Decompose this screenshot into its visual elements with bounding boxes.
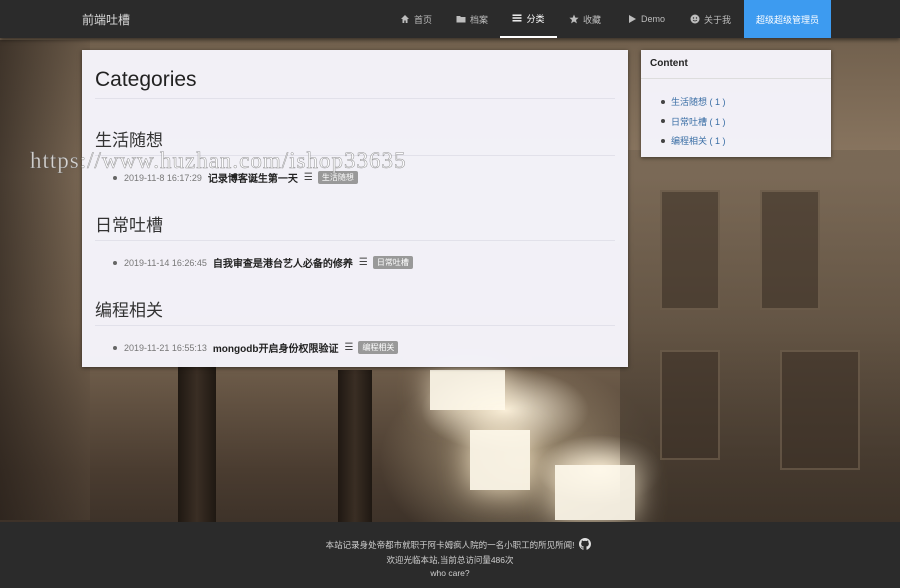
list-icon: [512, 13, 522, 23]
top-navbar: 前端吐槽 首页 档案 分类 收藏 Demo 关于我 超级超级管理员: [0, 0, 900, 38]
categories-card: Categories 生活随想 2019-11-8 16:17:29 记录博客诞…: [82, 50, 628, 367]
bullet: [113, 260, 117, 265]
play-icon: [627, 14, 637, 24]
post-date: 2019-11-8 16:17:29: [124, 172, 202, 183]
nav-home[interactable]: 首页: [400, 0, 432, 38]
star-icon: [569, 14, 579, 24]
github-icon[interactable]: [579, 537, 591, 550]
nav-demo-label: Demo: [641, 14, 666, 24]
category-section: 日常吐槽 2019-11-14 16:26:45 自我审查是港台艺人必备的修养 …: [95, 211, 615, 270]
list-item: 2019-11-21 16:55:13 mongodb开启身份权限验证 ☰ 编程…: [113, 340, 615, 355]
folder-icon: [456, 14, 466, 24]
sidebar-item-label: 生活随想 ( 1 ): [671, 97, 726, 108]
sidebar-item-label: 日常吐槽 ( 1 ): [671, 116, 726, 127]
sidebar-item[interactable]: 日常吐槽 ( 1 ): [661, 112, 726, 132]
nav-demo[interactable]: Demo: [627, 0, 665, 38]
nav-about[interactable]: 关于我: [690, 0, 731, 38]
sidebar-title: Content: [650, 58, 688, 69]
content-sidebar: Content 生活随想 ( 1 ) 日常吐槽 ( 1 ) 编程相关 ( 1 ): [641, 50, 831, 157]
category-heading: 编程相关: [95, 296, 615, 326]
page-title: Categories: [95, 68, 197, 91]
sidebar-item[interactable]: 生活随想 ( 1 ): [661, 92, 726, 112]
nav-about-label: 关于我: [704, 14, 732, 25]
nav-categories-label: 分类: [526, 13, 545, 24]
page-footer: 本站记录身处帝都市就职于阿卡姆疯人院的一名小职工的所见所闻! 欢迎光临本站,当前…: [0, 522, 900, 588]
site-brand[interactable]: 前端吐槽: [82, 11, 130, 28]
nav-categories[interactable]: 分类: [500, 0, 557, 38]
title-divider: [95, 98, 615, 99]
category-heading: 日常吐槽: [95, 211, 615, 241]
bullet: [113, 175, 117, 180]
sidebar-item-label: 编程相关 ( 1 ): [671, 136, 726, 147]
admin-button[interactable]: 超级超级管理员: [744, 0, 831, 38]
post-date: 2019-11-21 16:55:13: [124, 342, 207, 353]
home-icon: [400, 14, 410, 24]
nav-archive[interactable]: 档案: [456, 0, 488, 38]
sidebar-list: 生活随想 ( 1 ) 日常吐槽 ( 1 ) 编程相关 ( 1 ): [661, 92, 726, 151]
list-icon: ☰: [358, 257, 368, 268]
post-title-link[interactable]: 自我审查是港台艺人必备的修养: [213, 255, 353, 270]
footer-visit-count: 欢迎光临本站,当前总访问量486次: [386, 555, 514, 565]
nav-archive-label: 档案: [470, 14, 489, 25]
watermark-text: https://www.huzhan.com/ishop33635: [30, 148, 407, 174]
category-tag[interactable]: 编程相关: [358, 341, 399, 354]
nav-home-label: 首页: [414, 14, 433, 25]
bullet: [113, 345, 117, 350]
bullet: [661, 119, 665, 124]
nav-favorites[interactable]: 收藏: [569, 0, 601, 38]
list-item: 2019-11-14 16:26:45 自我审查是港台艺人必备的修养 ☰ 日常吐…: [113, 255, 615, 270]
bullet: [661, 138, 665, 143]
category-tag[interactable]: 日常吐槽: [372, 256, 413, 269]
footer-description: 本站记录身处帝都市就职于阿卡姆疯人院的一名小职工的所见所闻!: [325, 540, 575, 550]
category-section: 编程相关 2019-11-21 16:55:13 mongodb开启身份权限验证…: [95, 296, 615, 355]
smile-icon: [690, 14, 700, 24]
footer-tagline: who care?: [430, 568, 470, 578]
sidebar-divider: [641, 78, 831, 79]
nav-favorites-label: 收藏: [583, 14, 602, 25]
post-title-link[interactable]: mongodb开启身份权限验证: [213, 340, 339, 355]
post-date: 2019-11-14 16:26:45: [124, 257, 207, 268]
sidebar-item[interactable]: 编程相关 ( 1 ): [661, 131, 726, 151]
list-icon: ☰: [344, 342, 354, 353]
bullet: [661, 99, 665, 104]
